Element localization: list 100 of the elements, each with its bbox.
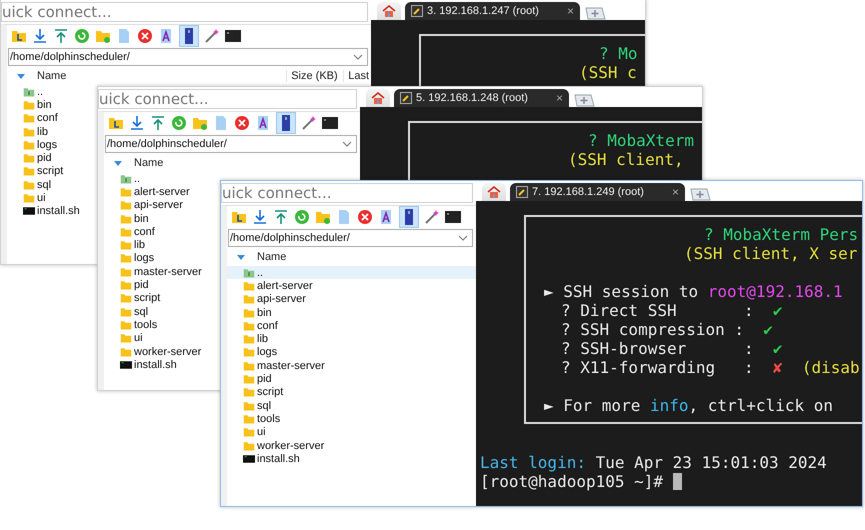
file-row[interactable]: ui [104,332,145,345]
rename-icon[interactable] [255,115,271,131]
refresh-icon[interactable] [74,28,90,44]
file-row[interactable]: bin [7,98,54,112]
home-tab[interactable] [366,89,390,107]
path-dropdown[interactable]: /home/dolphinscheduler/ [8,48,368,66]
follow-toggle[interactable] [399,206,419,228]
close-tab-button[interactable]: × [556,91,563,105]
column-header[interactable]: Name [25,70,286,82]
file-row[interactable]: logs [7,138,60,152]
delete-icon[interactable] [357,209,373,225]
path-dropdown[interactable]: /home/dolphinscheduler/ [228,229,473,247]
file-row[interactable]: script [104,292,162,305]
new-folder-icon[interactable] [315,209,331,225]
file-row[interactable]: install.sh [104,358,179,372]
close-tab-button[interactable]: × [566,4,574,18]
file-row[interactable]: ui [7,191,48,205]
new-tab-button[interactable] [689,188,711,201]
path-dropdown[interactable]: /home/dolphinscheduler/ [105,135,357,153]
file-row[interactable]: master-server [104,265,204,278]
delete-icon[interactable] [234,115,250,131]
file-row[interactable]: master-server [227,359,327,372]
folder-icon [243,412,255,425]
rename-icon[interactable] [158,28,174,44]
rename-icon[interactable] [378,209,394,225]
file-name: tools [134,318,158,331]
file-row[interactable]: tools [104,318,160,332]
wand-icon[interactable] [301,115,317,131]
column-header[interactable]: Size (KB) [286,70,344,82]
close-tab-button[interactable]: × [672,185,679,199]
file-row[interactable]: pid [227,372,274,386]
column-header[interactable]: Name [122,157,360,169]
file-row[interactable]: logs [104,252,156,266]
file-row[interactable]: lib [7,124,50,138]
session-tab[interactable]: 7. 192.168.1.249 (root) × [510,183,685,201]
file-row[interactable]: worker-server [104,344,204,358]
session-tab[interactable]: 3. 192.168.1.247 (root) × [405,2,580,20]
session-tab[interactable]: 5. 192.168.1.248 (root) × [394,89,569,107]
follow-toggle[interactable] [276,112,296,134]
parent-folder-icon[interactable] [11,28,27,44]
download-icon[interactable] [129,115,145,131]
new-folder-icon[interactable] [95,28,111,44]
parent-folder-icon[interactable] [108,115,124,131]
file-row[interactable]: install.sh [227,452,302,466]
terminal-icon[interactable] [225,28,241,44]
wand-icon[interactable] [424,209,440,225]
delete-icon[interactable] [137,28,153,44]
folder-icon [243,440,255,452]
upload-icon[interactable] [273,209,289,225]
file-row[interactable]: alert-server [227,279,315,293]
home-tab[interactable] [377,2,401,20]
column-header[interactable]: Name [245,251,476,263]
quick-connect-field[interactable]: uick connect... [221,183,473,203]
file-row[interactable]: alert-server [104,185,192,199]
upload-icon[interactable] [150,115,166,131]
quick-connect-field[interactable]: uick connect... [1,2,368,22]
new-tab-button[interactable] [573,94,595,107]
parent-folder-icon[interactable] [231,209,247,225]
terminal-line: ? MobaXterm [588,131,694,150]
folder-icon [243,373,255,386]
file-row[interactable]: .. [227,266,476,280]
file-row[interactable]: bin [227,306,274,320]
quick-connect-field[interactable]: uick connect... [98,89,357,109]
refresh-icon[interactable] [171,115,187,131]
terminal-line: ? Mo [599,44,638,63]
house-icon [371,92,385,104]
file-row[interactable]: pid [7,151,54,165]
file-row[interactable]: bin [104,212,151,226]
file-row[interactable]: conf [227,319,280,332]
wand-icon[interactable] [204,28,220,44]
file-row[interactable]: lib [227,332,270,346]
file-row[interactable]: pid [104,278,151,292]
file-row[interactable]: logs [227,346,280,360]
file-row[interactable]: api-server [227,292,308,306]
file-row[interactable]: tools [227,412,282,426]
file-row[interactable]: conf [104,225,157,238]
file-row[interactable]: worker-server [227,438,326,452]
home-tab[interactable] [482,183,506,201]
file-row[interactable]: script [227,386,286,399]
refresh-icon[interactable] [294,209,310,225]
terminal-icon[interactable] [322,115,338,131]
file-row[interactable]: sql [104,304,150,318]
file-row[interactable]: conf [7,112,60,125]
new-tab-button[interactable] [584,7,606,20]
follow-toggle[interactable] [179,25,199,47]
new-folder-icon[interactable] [192,115,208,131]
file-row[interactable]: install.sh [7,204,82,218]
file-row[interactable]: script [7,164,66,178]
terminal-pane[interactable] [476,201,862,506]
file-row[interactable]: ui [227,426,268,439]
download-icon[interactable] [32,28,48,44]
file-row[interactable]: sql [227,398,274,412]
file-row[interactable]: .. [104,172,142,186]
file-row[interactable]: .. [7,85,46,98]
file-row[interactable]: api-server [104,198,185,212]
download-icon[interactable] [252,209,268,225]
upload-icon[interactable] [53,28,69,44]
file-row[interactable]: lib [104,238,148,252]
file-row[interactable]: sql [7,178,54,192]
terminal-icon[interactable] [445,209,461,225]
